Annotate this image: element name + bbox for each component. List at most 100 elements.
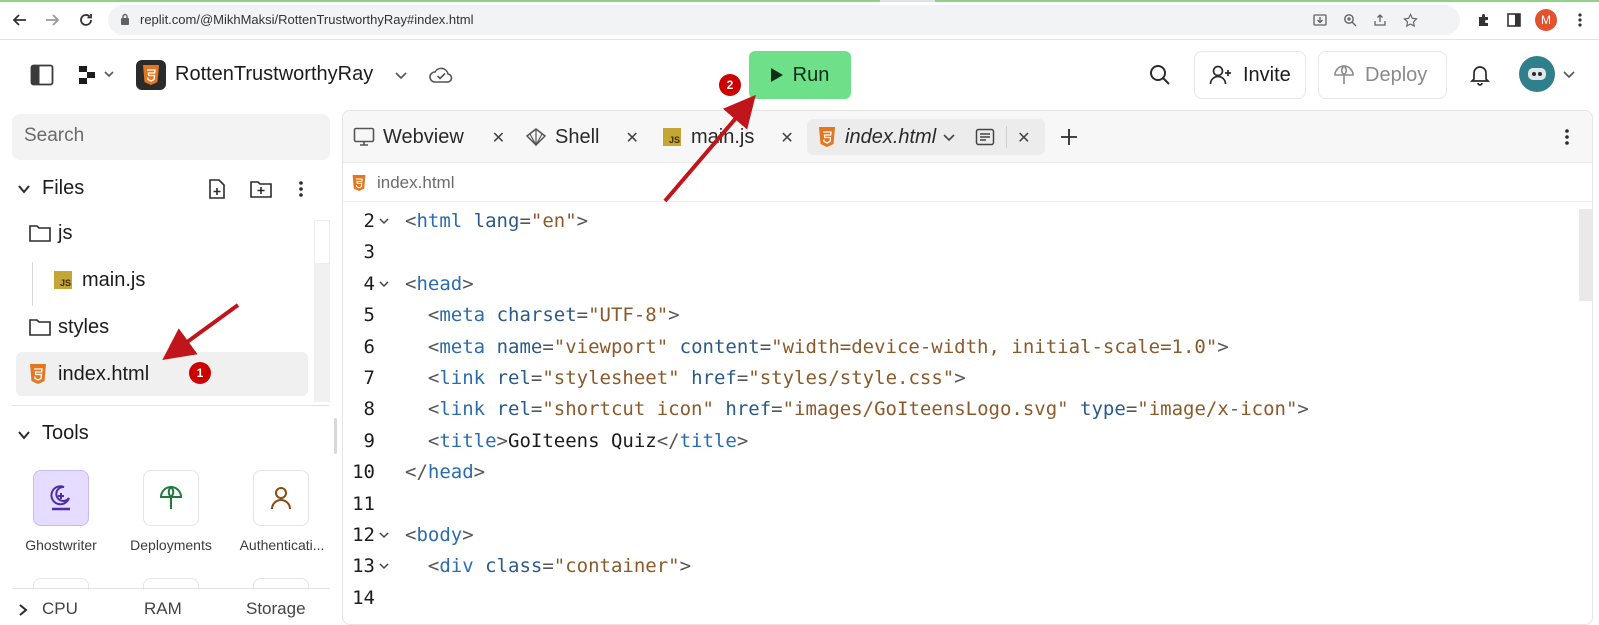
tab-shell[interactable]: Shell ✕ [525,119,639,155]
code-token: "viewport" [553,335,669,358]
repl-name[interactable]: RottenTrustworthyRay [175,63,373,86]
file-main-js[interactable]: JS main.js [16,258,308,302]
code-token: < [405,524,417,546]
code-token: "images/GoIteensLogo.svg" [782,398,1069,421]
invite-button[interactable]: Invite [1194,51,1306,99]
folder-js[interactable]: js [16,211,308,255]
deployments-label: Deployments [130,537,212,553]
code-line[interactable]: 6 <meta name="viewport" content="width=d… [343,332,1543,363]
line-number: 14 [352,586,375,609]
chevron-down-icon[interactable] [942,130,956,144]
search-icon[interactable] [1148,63,1172,87]
back-icon[interactable] [8,8,32,32]
code-token: = [759,335,772,358]
replit-logo-menu[interactable] [77,64,119,86]
folder-styles[interactable]: styles [16,305,308,349]
code-token: GoIteens Quiz [508,429,657,452]
authentication-tool[interactable] [253,470,309,526]
pane-more-icon[interactable] [1565,119,1569,155]
tools-collapse-chevron-icon[interactable] [17,428,31,442]
new-file-icon[interactable] [206,178,228,200]
code-line[interactable]: 3 [343,237,1543,268]
sidebar-resize-handle[interactable] [334,418,337,454]
close-icon[interactable]: ✕ [780,128,793,147]
code-text: <link rel="stylesheet" href="styles/styl… [405,363,966,394]
bell-icon[interactable] [1468,63,1492,87]
line-number: 7 [363,367,375,389]
tab-index-html[interactable]: index.html ✕ [807,119,1045,155]
editor-scrollbar-thumb[interactable] [1579,209,1592,301]
fold-chevron-icon[interactable] [379,216,389,226]
breadcrumb-file[interactable]: index.html [377,173,454,193]
file-index-html[interactable]: index.html [16,352,308,396]
install-icon[interactable] [1310,10,1330,30]
new-folder-icon[interactable] [249,178,273,200]
code-line[interactable]: 13 <div class="container"> [343,551,1543,582]
code-token: "styles/style.css" [748,367,955,389]
run-button[interactable]: Run [749,51,851,99]
ghostwriter-tool[interactable] [33,470,89,526]
line-number: 8 [363,398,375,421]
extensions-icon[interactable] [1472,8,1496,32]
file-label: styles [58,315,110,338]
tab-label: index.html [845,125,937,148]
fold-chevron-icon[interactable] [379,279,389,289]
deploy-button[interactable]: Deploy [1318,51,1447,99]
files-scrollbar-thumb[interactable] [314,220,330,264]
zoom-icon[interactable] [1340,10,1360,30]
profile-avatar[interactable]: M [1535,9,1557,31]
code-line[interactable]: 10 </head> [343,457,1543,488]
address-bar[interactable]: replit.com/@MikhMaksi/RottenTrustworthyR… [108,5,1460,35]
code-line[interactable]: 2 <html lang="en"> [343,206,1543,237]
forward-icon[interactable] [40,8,64,32]
close-icon[interactable]: ✕ [1017,128,1030,147]
code-text: <html lang="en"> [405,206,588,237]
deploy-label: Deploy [1365,63,1428,86]
url-text[interactable]: replit.com/@MikhMaksi/RottenTrustworthyR… [140,12,473,27]
code-line[interactable]: 9 <title>GoIteens Quiz</title> [343,426,1543,457]
file-label: main.js [82,268,146,291]
deployments-tool[interactable] [143,470,199,526]
code-token: = [542,335,554,358]
close-icon[interactable]: ✕ [492,128,505,147]
resource-usage-bar[interactable]: CPU RAM Storage [12,588,330,625]
files-section-title[interactable]: Files [42,177,84,200]
code-line[interactable]: 8 <link rel="shortcut icon" href="images… [343,394,1543,425]
new-tab-button[interactable] [1059,119,1079,155]
user-avatar[interactable] [1519,56,1555,92]
sidepanel-icon[interactable] [1502,8,1526,32]
files-collapse-chevron-icon[interactable] [17,182,31,196]
menu-icon[interactable] [1568,8,1592,32]
chevron-right-icon[interactable] [18,603,28,617]
files-more-icon[interactable] [296,178,306,200]
code-text: <body> [405,520,474,551]
reload-icon[interactable] [74,8,98,32]
code-line[interactable]: 12 <body> [343,520,1543,551]
fold-chevron-icon[interactable] [379,561,389,571]
code-line[interactable]: 4 <head> [343,269,1543,300]
file-search-input[interactable]: Search [12,114,330,160]
code-line[interactable]: 14 [343,583,1543,614]
html-repl-icon [136,60,166,90]
outline-icon[interactable] [970,122,1000,152]
file-label: index.html [58,362,150,385]
avatar-chevron-icon[interactable] [1562,67,1576,81]
tab-webview[interactable]: Webview ✕ [353,119,505,155]
close-icon[interactable]: ✕ [625,128,638,147]
code-line[interactable]: 7 <link rel="stylesheet" href="styles/st… [343,363,1543,394]
code-line[interactable]: 5 <meta charset="UTF-8"> [343,300,1543,331]
tools-section-title[interactable]: Tools [42,422,89,445]
code-token: < [427,335,440,358]
tab-main-js[interactable]: JS main.js ✕ [663,119,794,155]
sidebar-toggle-icon[interactable] [29,63,55,87]
breadcrumb[interactable]: index.html [351,171,454,195]
share-icon[interactable] [1370,10,1390,30]
chevron-down-icon[interactable] [394,68,408,82]
deployments-icon [159,485,183,509]
code-line[interactable]: 11 [343,489,1543,520]
star-icon[interactable] [1400,10,1420,30]
editor-tabbar: Webview ✕ Shell ✕ JS main.js ✕ index.htm… [343,111,1592,163]
fold-chevron-icon[interactable] [379,530,389,540]
